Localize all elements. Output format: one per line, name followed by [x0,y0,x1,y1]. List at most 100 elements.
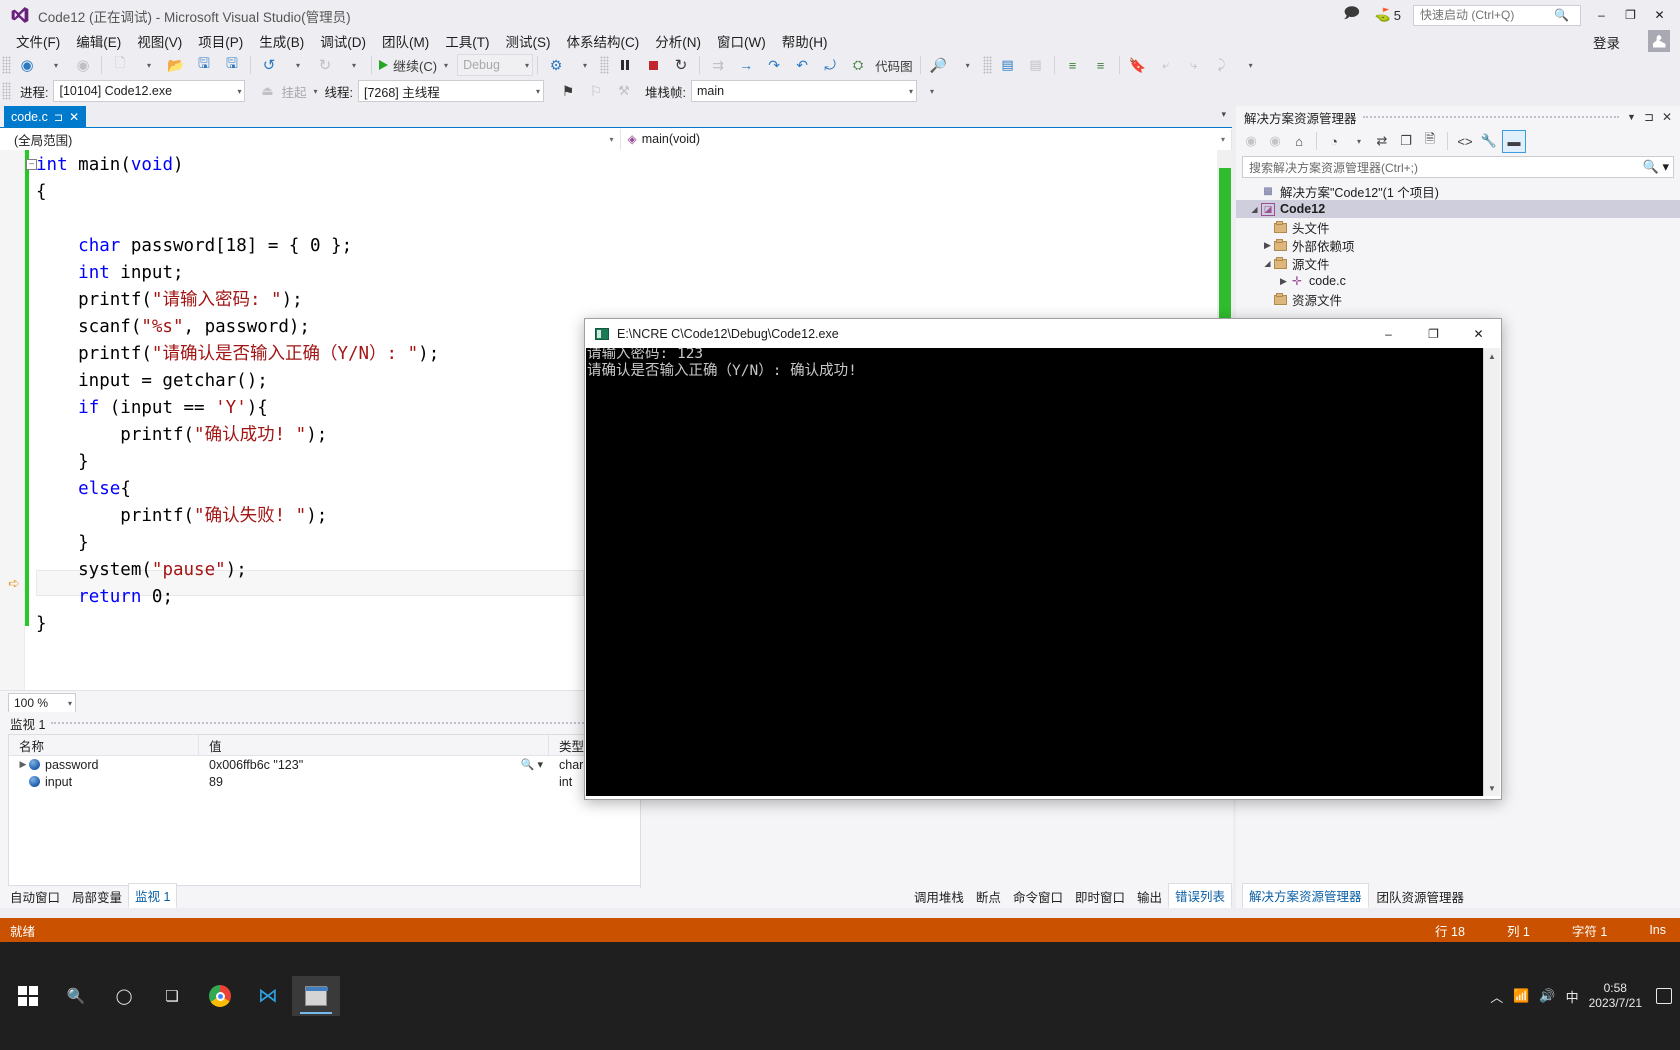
toolbar-grip[interactable] [2,56,11,74]
row-expander-icon[interactable]: ▶ [17,759,29,770]
tab-solution-explorer[interactable]: 解决方案资源管理器 [1242,883,1369,908]
find-dropdown-icon[interactable]: ▾ [953,54,981,76]
minimize-button[interactable]: – [1587,3,1616,27]
twisty-icon[interactable]: ◢ [1248,205,1261,214]
step-into-icon[interactable]: → [732,54,760,76]
flag-threads-icon[interactable]: ⚑ [554,80,582,102]
console-minimize-button[interactable]: – [1366,319,1411,348]
restart-icon[interactable]: ↻ [667,54,695,76]
ime-indicator[interactable]: 中 [1566,987,1579,1006]
tree-item-project-code12[interactable]: ◢ ◪ Code12 [1236,200,1680,218]
twisty-icon[interactable]: ◢ [1261,259,1274,268]
value-visualizer-icon[interactable]: 🔍 ▾ [521,758,543,771]
close-icon[interactable]: ✕ [1662,110,1672,124]
restore-button[interactable]: ❐ [1616,3,1645,27]
sync-with-active-document-icon[interactable]: ⇄ [1371,131,1393,152]
show-all-files-icon[interactable]: <> [1454,131,1476,152]
tree-item-code-c[interactable]: ▶ ✛ code.c [1236,272,1680,290]
console-output-area[interactable]: 请输入密码: 123 请确认是否输入正确（Y/N）: 确认成功! [586,348,1484,796]
volume-icon[interactable]: 🔊 [1539,988,1555,1004]
taskbar-app-chrome[interactable] [196,976,244,1016]
thread-combo[interactable]: [7268] 主线程 ▾ [358,80,544,102]
panel-menu-icon[interactable]: ▼ [1627,112,1636,122]
menu-team[interactable]: 团队(M) [374,29,437,53]
menu-help[interactable]: 帮助(H) [774,29,836,53]
stackframe-combo[interactable]: main ▾ [690,80,917,102]
pending-changes-icon[interactable]: ◔ [1323,131,1345,152]
attach-to-process-icon[interactable]: ⚙ [542,54,570,76]
search-icon[interactable]: 🔍 [52,976,100,1016]
tree-item-resource-files[interactable]: 资源文件 [1236,290,1680,308]
task-view-icon[interactable]: ❏ [148,976,196,1016]
search-icon[interactable]: 🔍 ▾ [1643,159,1669,175]
sign-in-link[interactable]: 登录 [1593,32,1620,52]
increase-indent-icon[interactable]: ≡ [1059,54,1087,76]
console-vertical-scrollbar[interactable]: ▲ ▼ [1483,348,1500,796]
preview-selected-items-icon[interactable]: ▬ [1502,129,1526,153]
close-button[interactable]: ✕ [1645,3,1674,27]
console-scroll-down-arrow[interactable]: ▼ [1484,780,1500,796]
properties-icon[interactable]: 🔧 [1478,131,1500,152]
refresh-icon[interactable]: ❐ [1395,131,1417,152]
source-code-text[interactable]: int main(void) { char password[18] = { 0… [36,152,439,638]
bookmark-icon[interactable]: 🔖 [1124,54,1152,76]
suspend-dropdown-icon[interactable]: ▾ [314,87,318,96]
solution-tree[interactable]: ▩ 解决方案"Code12"(1 个项目) ◢ ◪ Code12 头文件 ▶ 外… [1236,182,1680,308]
home-icon[interactable]: ⌂ [1288,131,1310,152]
tab-watch-1[interactable]: 监视 1 [128,883,178,908]
undo-icon[interactable]: ↺ [255,54,283,76]
menu-edit[interactable]: 编辑(E) [68,29,129,53]
step-out-icon[interactable]: ↶ [788,54,816,76]
pending-changes-dropdown-icon[interactable]: ▾ [1347,131,1369,152]
menu-project[interactable]: 项目(P) [190,29,251,53]
debug-toolbar-grip[interactable] [2,82,11,100]
action-center-icon[interactable] [1656,988,1672,1004]
taskbar-clock[interactable]: 0:58 2023/7/21 [1589,981,1646,1011]
console-scroll-up-arrow[interactable]: ▲ [1484,348,1500,364]
start-button[interactable] [4,976,52,1016]
toolbar-grip-3[interactable] [982,56,992,74]
process-combo[interactable]: [10104] Code12.exe ▾ [53,80,246,102]
code-map-button[interactable]: 代码图 [872,54,916,76]
tray-expand-icon[interactable]: ︿ [1490,987,1503,1006]
menu-view[interactable]: 视图(V) [129,29,190,53]
code-map-icon[interactable]: ⛭ [844,54,872,76]
stop-debugging-icon[interactable] [639,54,667,76]
member-combo[interactable]: ◈ main(void) ▾ [621,128,1232,150]
menu-build[interactable]: 生成(B) [251,29,312,53]
decrease-indent-icon[interactable]: ≡ [1087,54,1115,76]
scope-combo[interactable]: (全局范围) ▾ [0,128,621,150]
quick-launch-input[interactable] [1418,7,1554,23]
break-all-icon[interactable] [611,54,639,76]
toolbar-overflow-icon[interactable]: ▾ [1236,54,1264,76]
continue-button[interactable]: 继续(C) ▾ [376,54,451,76]
tab-command-window[interactable]: 命令窗口 [1007,885,1069,908]
zoom-level-combo[interactable]: 100 % ▾ [8,693,76,713]
tab-autos[interactable]: 自动窗口 [4,885,66,908]
tree-item-solution[interactable]: ▩ 解决方案"Code12"(1 个项目) [1236,182,1680,200]
comment-icon[interactable]: ▤ [994,54,1022,76]
menu-test[interactable]: 测试(S) [498,29,559,53]
watch-row-value[interactable]: 0x006ffb6c "123" [209,758,303,772]
twisty-icon[interactable]: ▶ [1261,240,1274,251]
tab-breakpoints[interactable]: 断点 [970,885,1007,908]
console-close-button[interactable]: ✕ [1456,319,1501,348]
step-over-icon[interactable]: ↷ [760,54,788,76]
menu-file[interactable]: 文件(F) [8,29,68,53]
step-return-icon[interactable]: ⤾ [816,54,844,76]
navigate-backward-icon[interactable]: ◉ [13,54,41,76]
tab-team-explorer[interactable]: 团队资源管理器 [1371,885,1471,908]
menu-window[interactable]: 窗口(W) [709,29,774,53]
save-all-icon[interactable]: 🖫 [218,54,246,76]
taskbar-app-vscode[interactable]: ⋈ [244,976,292,1016]
feedback-icon[interactable]: 🗩 [1335,1,1369,29]
tree-item-external-dependencies[interactable]: ▶ 外部依赖项 [1236,236,1680,254]
pin-icon[interactable]: ⊐ [54,111,63,124]
cortana-icon[interactable]: ◯ [100,976,148,1016]
tree-item-header-files[interactable]: 头文件 [1236,218,1680,236]
console-window[interactable]: E:\NCRE C\Code12\Debug\Code12.exe – ❐ ✕ … [584,318,1502,800]
account-avatar-icon[interactable] [1648,30,1670,52]
navigate-backward-dropdown-icon[interactable]: ▾ [41,54,69,76]
find-icon[interactable]: 🔎 [925,54,953,76]
tab-call-stack[interactable]: 调用堆栈 [908,885,970,908]
